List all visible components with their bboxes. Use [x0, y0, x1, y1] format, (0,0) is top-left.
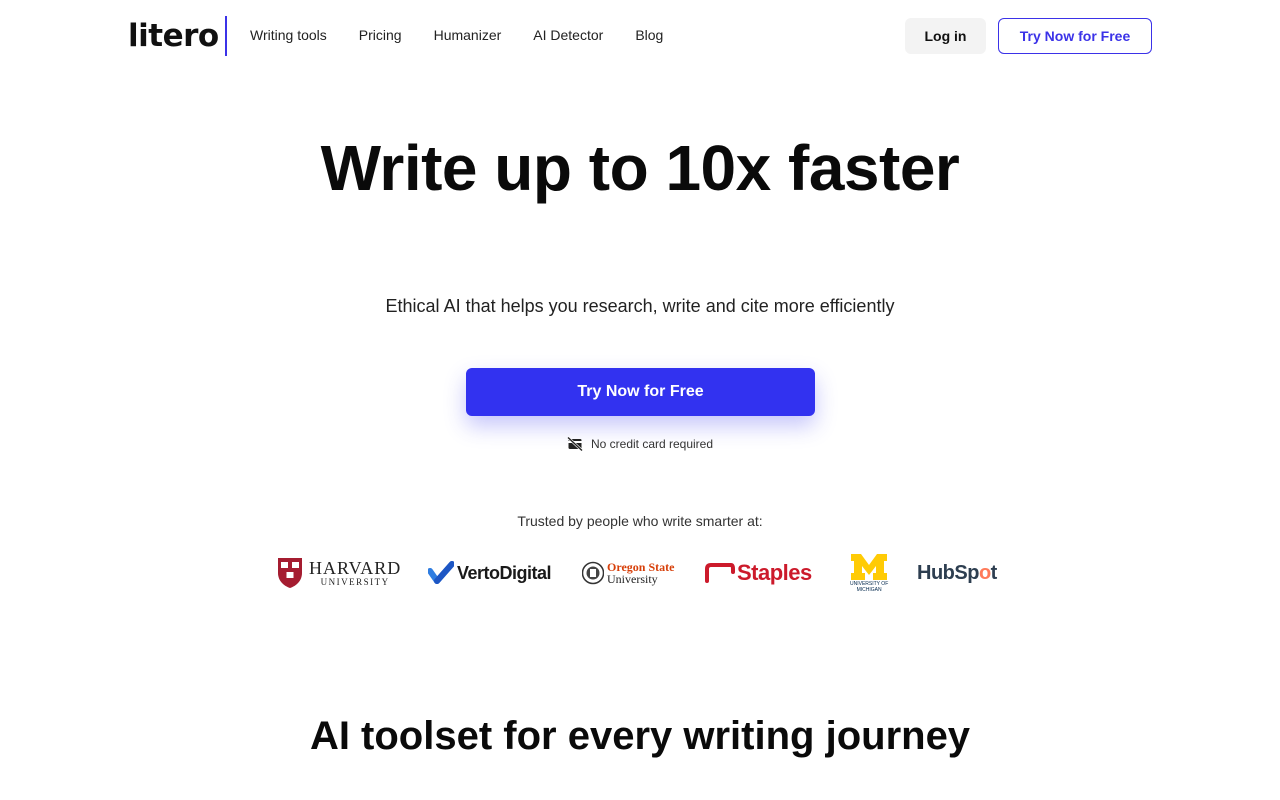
hero-title: Write up to 10x faster: [320, 132, 960, 204]
vertodigital-name: VertoDigital: [457, 562, 552, 583]
login-button[interactable]: Log in: [905, 18, 986, 54]
hubspot-part-3: t: [990, 561, 998, 584]
credit-card-off-icon: [567, 436, 583, 452]
toolset-section-title: AI toolset for every writing journey: [309, 714, 971, 758]
customer-logos: HARVARD UNIVERSITY VertoDigital Oregon S…: [277, 550, 1007, 596]
try-now-header-button[interactable]: Try Now for Free: [998, 18, 1152, 54]
staples-logo: Staples: [705, 550, 812, 596]
staples-name: Staples: [737, 560, 812, 585]
hubspot-wordmark: HubSpot: [917, 562, 997, 585]
harvard-name: HARVARD: [309, 558, 402, 578]
harvard-shield-icon: [278, 558, 302, 588]
harvard-logo: HARVARD UNIVERSITY: [277, 550, 401, 596]
oregon-state-logo: Oregon State University: [582, 550, 674, 596]
oregon-state-university: University: [607, 572, 658, 586]
verto-swoosh-icon: [428, 561, 454, 584]
hubspot-logo: HubSpot: [917, 550, 997, 596]
nav-ai-detector[interactable]: AI Detector: [533, 24, 603, 46]
nav-blog[interactable]: Blog: [635, 24, 663, 46]
michigan-block-m-icon: [851, 554, 888, 580]
nav-humanizer[interactable]: Humanizer: [434, 24, 502, 46]
nav-writing-tools[interactable]: Writing tools: [250, 24, 327, 46]
try-now-cta-button[interactable]: Try Now for Free: [466, 368, 815, 416]
staples-mark-icon: [705, 563, 735, 583]
michigan-name: MICHIGAN: [856, 587, 882, 593]
michigan-logo: UNIVERSITY OF MICHIGAN: [850, 550, 888, 596]
nav-pricing[interactable]: Pricing: [359, 24, 402, 46]
main-nav: Writing tools Pricing Humanizer AI Detec…: [250, 24, 663, 46]
oregon-state-seal-icon: [582, 561, 604, 585]
hubspot-sprocket-o: o: [978, 561, 991, 584]
hero-subtitle: Ethical AI that helps you research, writ…: [385, 296, 895, 316]
site-header: litero Writing tools Pricing Humanizer A…: [0, 0, 1280, 72]
logo-cursor-bar: [224, 16, 227, 56]
oregon-state-wordmark: Oregon State University: [607, 561, 674, 585]
no-credit-card-note: No credit card required: [0, 435, 1280, 453]
trusted-heading: Trusted by people who write smarter at:: [517, 513, 763, 529]
harvard-university: UNIVERSITY: [320, 577, 390, 587]
litero-logo[interactable]: litero: [128, 16, 227, 56]
no-credit-card-text: No credit card required: [590, 437, 714, 451]
hubspot-part-1: HubSp: [917, 561, 979, 584]
harvard-wordmark: HARVARD UNIVERSITY: [309, 559, 401, 587]
vertodigital-logo: VertoDigital: [428, 550, 552, 596]
logo-text: litero: [128, 18, 219, 54]
